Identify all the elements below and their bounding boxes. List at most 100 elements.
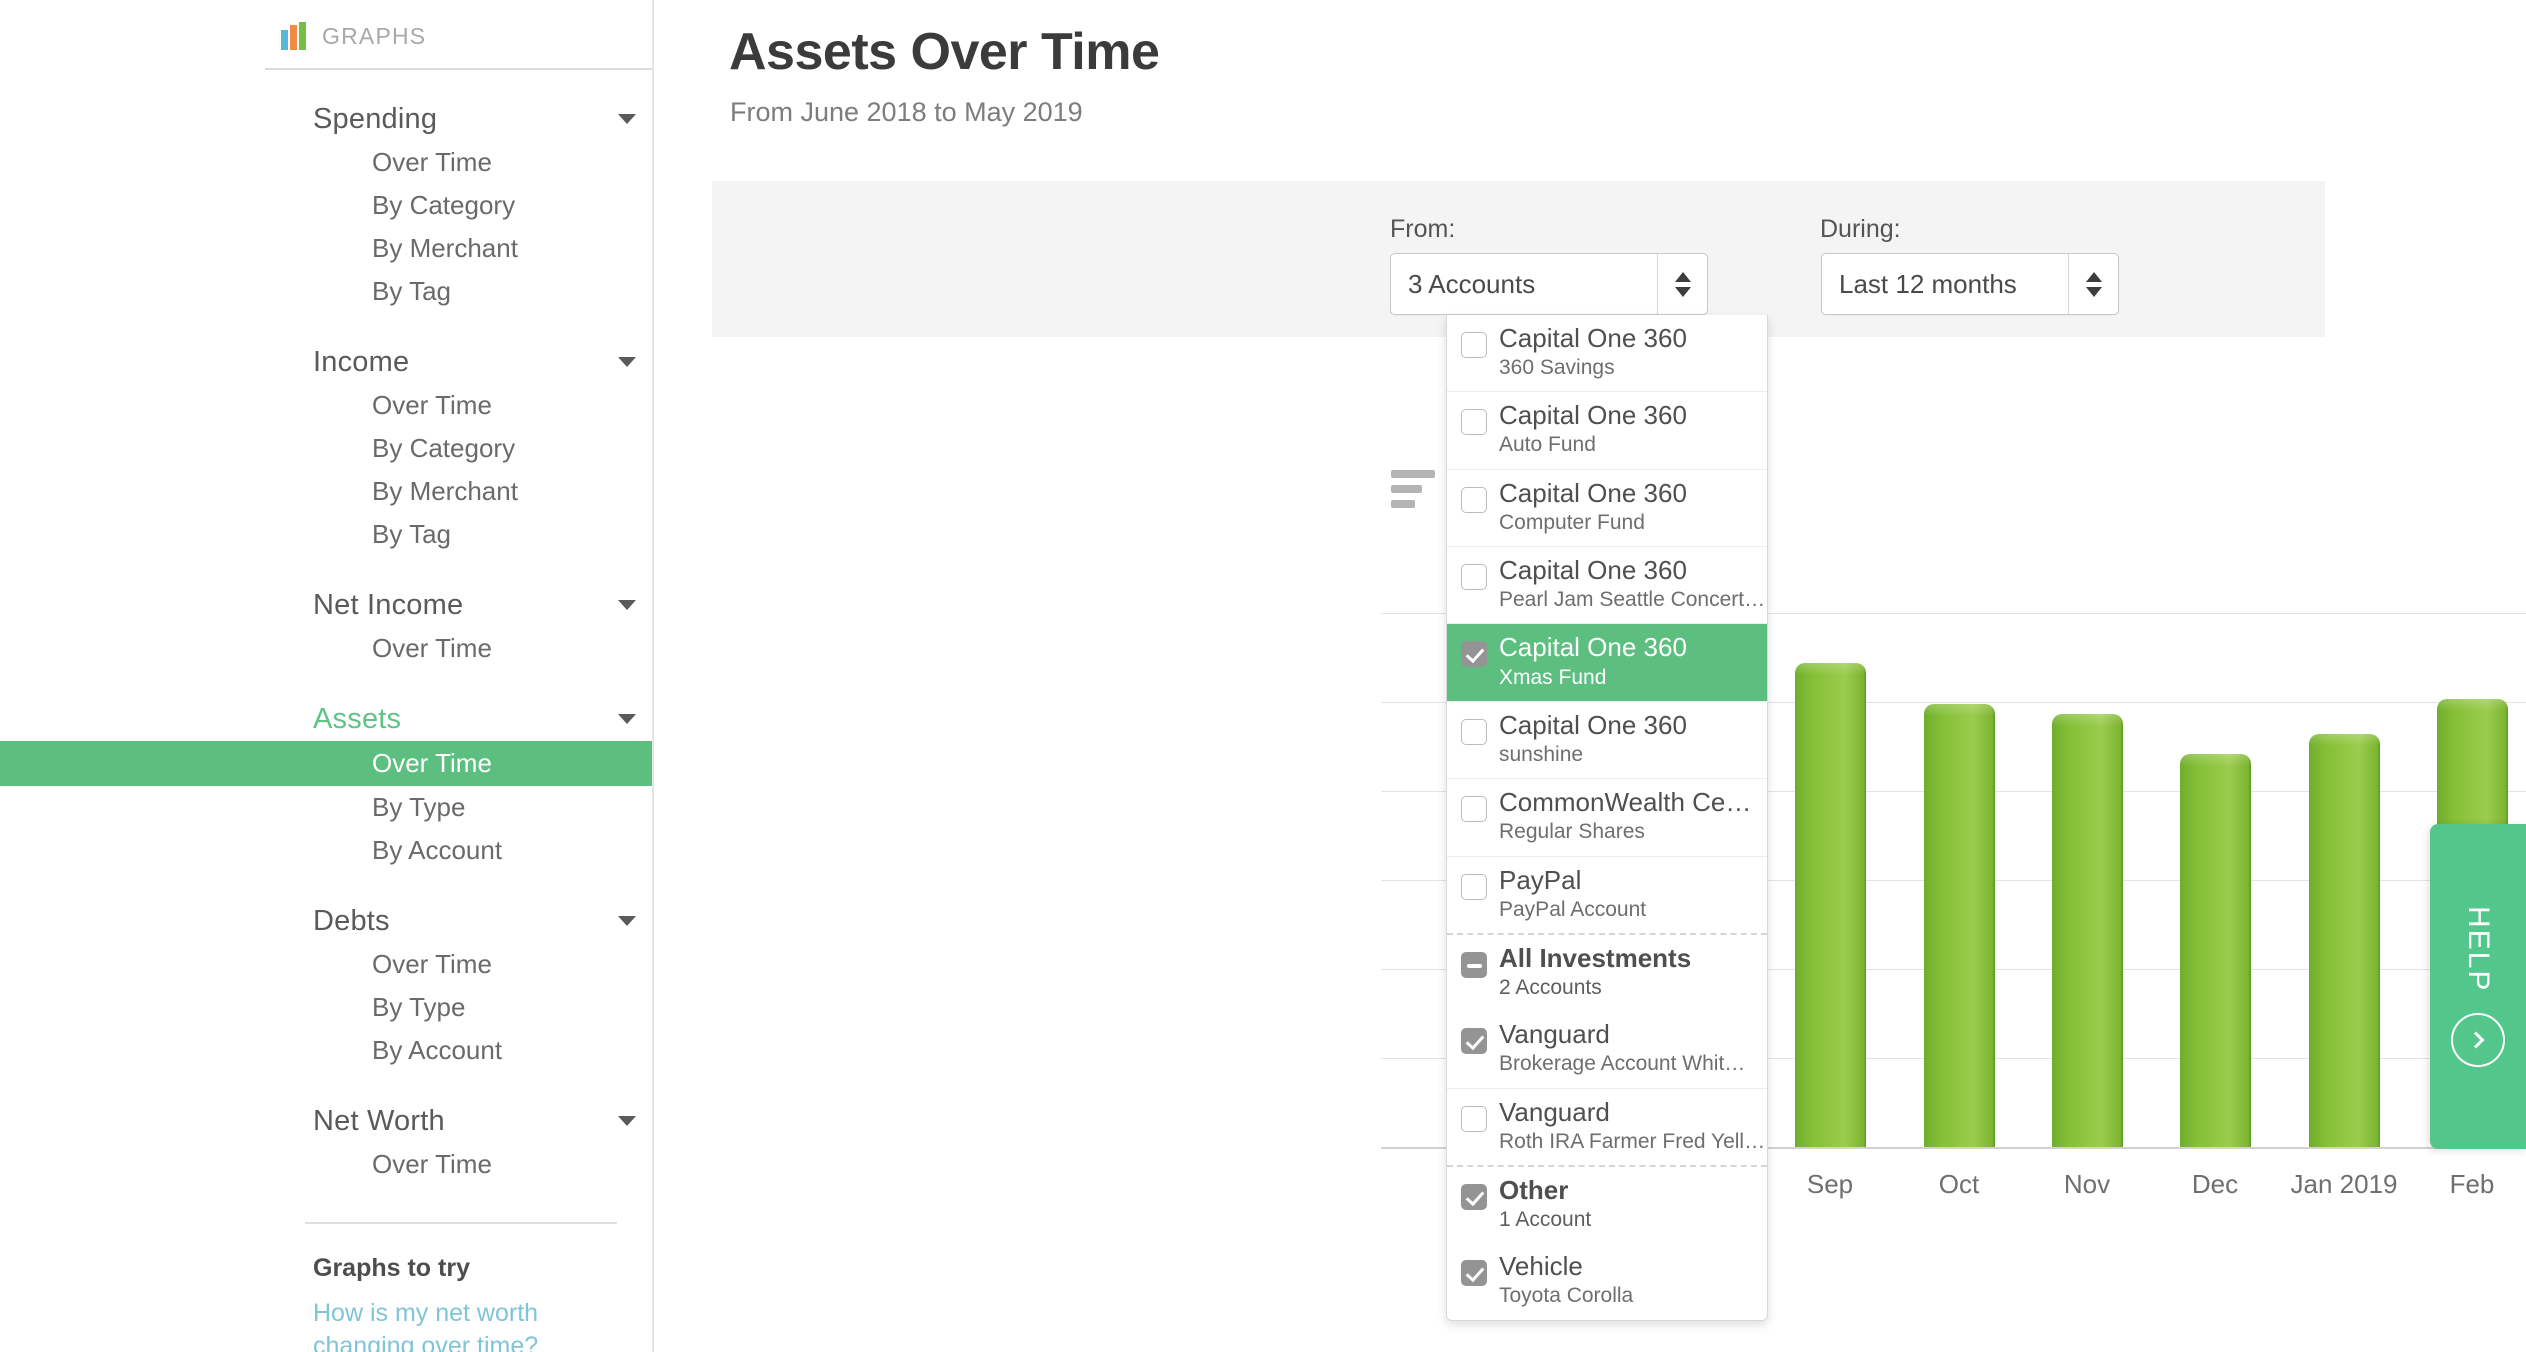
checkbox-checked[interactable] xyxy=(1461,1183,1487,1210)
chevron-down-icon[interactable] xyxy=(618,357,636,367)
graphs-to-try-suggestion-link[interactable]: How is my net worth changing over time? xyxy=(313,1297,603,1352)
account-option[interactable]: Other 1 Account xyxy=(1447,1164,1767,1243)
account-option-title: All Investments xyxy=(1499,942,1692,973)
sidebar-item-debts-by-account[interactable]: By Account xyxy=(0,1029,652,1072)
sidebar-item-label: By Type xyxy=(372,992,466,1022)
sidebar-group-header-debts[interactable]: Debts xyxy=(0,899,652,943)
during-stepper-icon[interactable] xyxy=(2068,254,2118,314)
sidebar-item-label: By Merchant xyxy=(372,233,518,263)
sidebar-group-header-net-income[interactable]: Net Income xyxy=(0,583,652,627)
sidebar-item-income-by-category[interactable]: By Category xyxy=(0,427,652,470)
checkbox-unchecked[interactable] xyxy=(1461,332,1487,358)
sidebar-group-header-assets[interactable]: Assets xyxy=(0,697,652,741)
account-option[interactable]: Capital One 360 Auto Fund xyxy=(1447,391,1767,468)
checkbox-checked[interactable] xyxy=(1461,641,1487,668)
checkbox-indeterminate[interactable] xyxy=(1461,951,1487,978)
checkbox-unchecked[interactable] xyxy=(1461,1105,1487,1132)
graphs-to-try-title: Graphs to try xyxy=(313,1254,470,1282)
account-option-title: Vanguard xyxy=(1499,1096,1610,1127)
sidebar-group-income: Income Over Time By Category By Merchant By … xyxy=(0,340,652,556)
sidebar: GRAPHS Spending Over Time By Category By Me… xyxy=(0,0,654,1352)
sidebar-group-net-income: Net Income Over Time xyxy=(0,583,652,670)
bar-dec[interactable] xyxy=(2180,754,2251,1147)
chevron-down-icon[interactable] xyxy=(618,600,636,610)
sidebar-group-header-income[interactable]: Income xyxy=(0,340,652,384)
checkbox-unchecked[interactable] xyxy=(1461,409,1487,436)
help-tab[interactable]: HELP xyxy=(2430,824,2526,1149)
chevron-down-icon[interactable] xyxy=(618,916,636,926)
sidebar-item-income-by-tag[interactable]: By Tag xyxy=(0,513,652,556)
sidebar-item-income-over-time[interactable]: Over Time xyxy=(0,384,652,427)
bar-jan-2019[interactable] xyxy=(2309,734,2380,1147)
sidebar-item-debts-by-type[interactable]: By Type xyxy=(0,986,652,1029)
sidebar-group-label: Debts xyxy=(313,904,390,937)
bar-nov[interactable] xyxy=(2052,714,2123,1147)
account-option[interactable]: Vehicle Toyota Corolla xyxy=(1447,1243,1767,1319)
account-option[interactable]: Capital One 360 360 Savings xyxy=(1447,315,1767,391)
account-option[interactable]: Capital One 360 Computer Fund xyxy=(1447,468,1767,546)
account-option[interactable]: CommonWealth Ce… Regular Shares xyxy=(1447,778,1767,855)
bar-oct[interactable] xyxy=(1924,704,1995,1147)
sidebar-item-assets-by-account[interactable]: By Account xyxy=(0,829,652,872)
account-option[interactable]: Capital One 360 sunshine xyxy=(1447,700,1767,778)
account-option[interactable]: Vanguard Brokerage Account Whit… xyxy=(1447,1011,1767,1087)
account-option-title: Capital One 360 xyxy=(1499,632,1687,663)
account-option[interactable]: Capital One 360 Pearl Jam Seattle Concert… xyxy=(1447,546,1767,623)
during-period-select[interactable]: Last 12 months xyxy=(1821,253,2119,315)
sidebar-item-assets-by-type[interactable]: By Type xyxy=(0,786,652,829)
sidebar-item-label: By Account xyxy=(372,835,503,865)
main-content: Assets Over Time From June 2018 to May 2… xyxy=(656,0,2526,1352)
account-option-subtitle: Auto Fund xyxy=(1499,433,1596,457)
sidebar-item-spending-by-category[interactable]: By Category xyxy=(0,184,652,227)
sidebar-item-spending-by-tag[interactable]: By Tag xyxy=(0,270,652,313)
x-axis-label: Mar xyxy=(2520,1169,2526,1200)
account-dropdown-menu[interactable]: Capital One 360 360 Savings Capital One 36… xyxy=(1446,315,1768,1321)
sidebar-group-net-worth: Net Worth Over Time xyxy=(0,1099,652,1186)
checkbox-unchecked[interactable] xyxy=(1461,873,1487,900)
chevron-down-icon[interactable] xyxy=(618,714,636,724)
checkbox-checked[interactable] xyxy=(1461,1260,1487,1287)
account-option-title: Capital One 360 xyxy=(1499,709,1687,740)
sidebar-item-label: Over Time xyxy=(372,949,492,979)
account-option[interactable]: Vanguard Roth IRA Farmer Fred Yell… xyxy=(1447,1087,1767,1165)
account-option[interactable]: PayPal PayPal Account xyxy=(1447,855,1767,933)
brand-label: GRAPHS xyxy=(322,22,427,49)
from-stepper-icon[interactable] xyxy=(1657,254,1707,314)
checkbox-unchecked[interactable] xyxy=(1461,486,1487,513)
account-option[interactable]: Capital One 360 Xmas Fund xyxy=(1447,623,1767,701)
account-option[interactable]: All Investments 2 Accounts xyxy=(1447,932,1767,1011)
sidebar-item-assets-over-time[interactable]: Over Time xyxy=(0,741,652,786)
checkbox-unchecked[interactable] xyxy=(1461,564,1487,591)
account-option-subtitle: PayPal Account xyxy=(1499,897,1647,921)
account-option-title: Capital One 360 xyxy=(1499,477,1687,508)
sidebar-item-label: By Account xyxy=(372,1035,503,1065)
chart-type-toggle-icon[interactable] xyxy=(1391,470,1435,508)
chevron-down-icon[interactable] xyxy=(618,114,636,124)
sidebar-item-label: Over Time xyxy=(372,390,492,420)
from-account-select[interactable]: 3 Accounts xyxy=(1390,253,1708,315)
checkbox-checked[interactable] xyxy=(1461,1028,1487,1055)
sidebar-item-income-by-merchant[interactable]: By Merchant xyxy=(0,470,652,513)
checkbox-unchecked[interactable] xyxy=(1461,796,1487,823)
sidebar-group-assets: Assets Over Time By Type By Account xyxy=(0,697,652,872)
checkbox-unchecked[interactable] xyxy=(1461,718,1487,745)
bar-sep[interactable] xyxy=(1795,663,1866,1147)
sidebar-item-net-worth-over-time[interactable]: Over Time xyxy=(0,1143,652,1186)
sidebar-item-label: By Type xyxy=(372,792,466,822)
account-option-subtitle: Brokerage Account Whit… xyxy=(1499,1052,1746,1076)
account-option-title: Capital One 360 xyxy=(1499,400,1687,431)
sidebar-item-spending-over-time[interactable]: Over Time xyxy=(0,141,652,184)
chevron-down-icon[interactable] xyxy=(618,1116,636,1126)
sidebar-group-header-net-worth[interactable]: Net Worth xyxy=(0,1099,652,1143)
sidebar-item-net-income-over-time[interactable]: Over Time xyxy=(0,627,652,670)
sidebar-item-label: By Tag xyxy=(372,276,452,306)
from-account-value: 3 Accounts xyxy=(1408,268,1536,299)
chevron-right-circle-icon[interactable] xyxy=(2451,1012,2505,1067)
sidebar-item-spending-by-merchant[interactable]: By Merchant xyxy=(0,227,652,270)
help-label: HELP xyxy=(2462,906,2495,993)
during-period-value: Last 12 months xyxy=(1839,268,2017,299)
account-option-subtitle: 1 Account xyxy=(1499,1208,1592,1232)
sidebar-item-debts-over-time[interactable]: Over Time xyxy=(0,943,652,986)
sidebar-group-header-spending[interactable]: Spending xyxy=(0,97,652,141)
sidebar-nav: Spending Over Time By Category By Merchant B… xyxy=(0,97,652,1186)
